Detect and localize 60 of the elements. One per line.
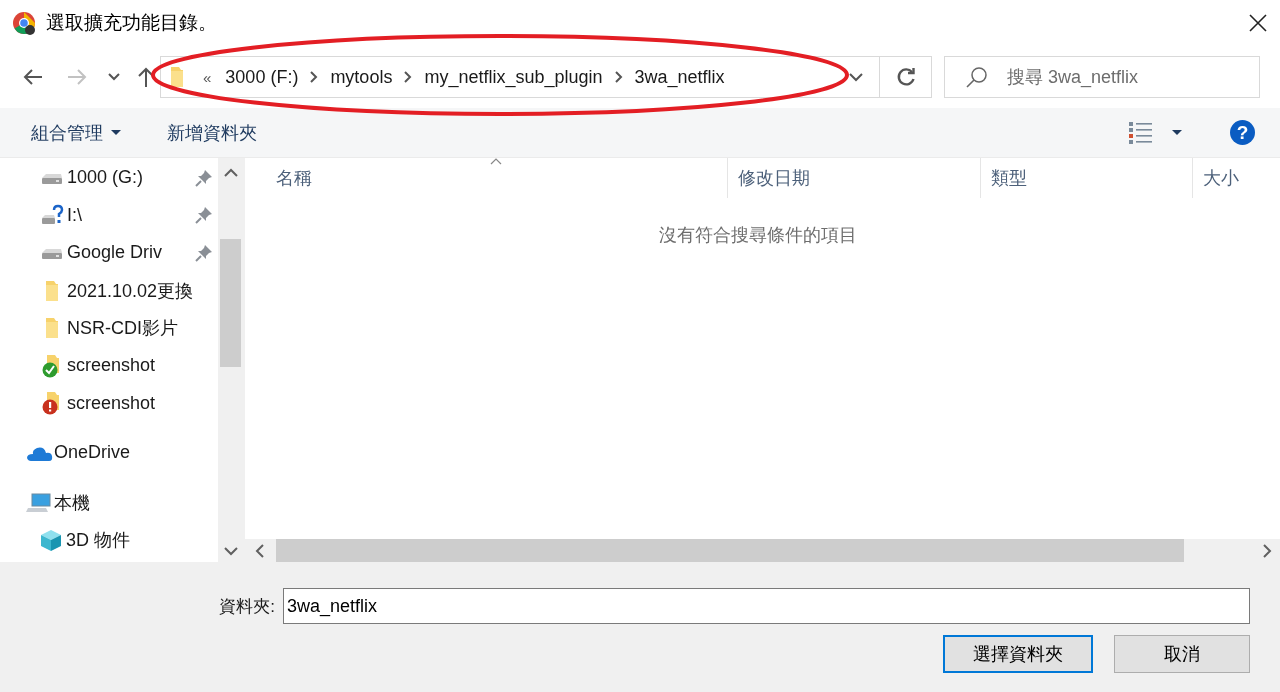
refresh-icon <box>895 67 916 87</box>
chevron-right-icon <box>310 71 319 83</box>
search-icon <box>966 66 988 88</box>
sort-ascending-icon <box>490 158 502 165</box>
chevron-right-icon <box>404 71 413 83</box>
browser-logo-icon <box>12 11 36 35</box>
scroll-left-icon[interactable] <box>255 543 264 558</box>
scroll-down-icon[interactable] <box>223 547 238 556</box>
scroll-up-icon[interactable] <box>223 168 238 177</box>
column-header[interactable]: 名稱 <box>245 158 728 198</box>
computer-icon <box>26 491 52 514</box>
chevron-right-icon <box>614 71 623 83</box>
sidebar-item[interactable]: 1000 (G:) <box>0 159 218 197</box>
new-folder-button[interactable]: 新增資料夾 <box>167 120 257 145</box>
scrollbar-thumb[interactable] <box>220 239 241 367</box>
empty-folder-message: 沒有符合搜尋條件的項目 <box>657 224 858 247</box>
column-header[interactable]: 大小 <box>1193 158 1273 198</box>
caret-down-icon <box>111 129 121 136</box>
chevron-down-icon <box>108 73 120 81</box>
pin-icon <box>195 206 213 225</box>
path-overflow-button[interactable]: « <box>203 68 212 86</box>
sidebar-item[interactable]: screenshot <box>0 346 218 385</box>
sidebar-item[interactable]: OneDrive <box>0 434 218 472</box>
vertical-scrollbar[interactable] <box>218 158 243 562</box>
pin-icon <box>195 168 213 187</box>
details-view-icon <box>1129 121 1152 144</box>
unknown-drive-icon <box>40 204 64 227</box>
folder-icon <box>169 65 185 89</box>
column-header[interactable]: 類型 <box>981 158 1193 198</box>
cube-icon <box>39 528 63 553</box>
caret-down-icon <box>1172 129 1182 136</box>
select-folder-button[interactable]: 選擇資料夾 <box>943 635 1093 673</box>
breadcrumb-item[interactable]: 3wa_netflix <box>634 66 725 88</box>
cancel-button[interactable]: 取消 <box>1114 635 1250 673</box>
scroll-right-icon[interactable] <box>1263 543 1272 558</box>
breadcrumb-item[interactable]: mytools <box>330 66 393 88</box>
pin-icon <box>195 244 213 262</box>
sidebar-item[interactable]: screenshot <box>0 384 218 423</box>
sidebar-item[interactable]: Google Driv <box>0 234 218 272</box>
sidebar-item[interactable]: 本機 <box>0 483 218 522</box>
refresh-button[interactable] <box>880 56 932 98</box>
address-bar[interactable]: « 3000 (F:) mytools my_netflix_sub_plugin 3wa_netflix <box>160 56 880 98</box>
column-header[interactable]: 修改日期 <box>728 158 981 198</box>
help-button[interactable]: ? <box>1230 120 1255 145</box>
search-field[interactable]: 搜尋 3wa_netflix <box>944 56 1260 98</box>
sidebar-item[interactable]: I:\ <box>0 196 218 235</box>
breadcrumb-item[interactable]: my_netflix_sub_plugin <box>424 66 603 88</box>
sidebar-item[interactable]: NSR-CDI影片 <box>0 309 218 347</box>
window-title: 選取擴充功能目錄。 <box>46 11 217 35</box>
folder-icon <box>44 316 60 341</box>
organize-menu-button[interactable]: 組合管理 <box>31 120 121 145</box>
folder-icon <box>44 278 60 303</box>
chevron-down-icon[interactable] <box>849 72 863 82</box>
sidebar-item[interactable]: 3D 物件 <box>0 521 218 559</box>
close-icon[interactable] <box>1248 13 1268 33</box>
sidebar-item[interactable]: 2021.10.02更換 <box>0 271 218 310</box>
breadcrumb-item[interactable]: 3000 (F:) <box>225 66 299 88</box>
folder-name-field[interactable]: 3wa_netflix <box>283 588 1250 624</box>
folder-label: 資料夾: <box>219 595 275 618</box>
view-options-button[interactable] <box>1129 121 1182 144</box>
